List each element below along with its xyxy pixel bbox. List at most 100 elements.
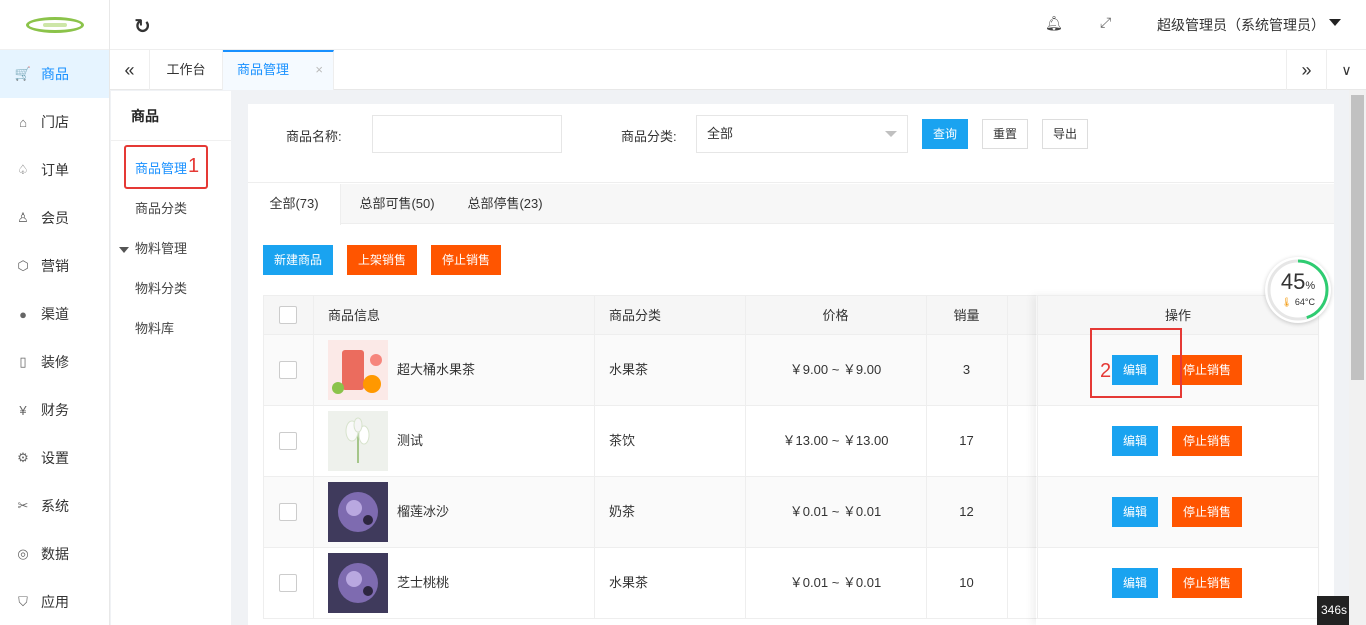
product-thumbnail-durian-smoothie	[328, 482, 388, 542]
sidebar-item-members[interactable]: ♙ 会员	[0, 194, 109, 242]
gauge-value: 45%	[1265, 269, 1331, 295]
sidebar-item-label: 订单	[41, 162, 69, 178]
product-category: 茶饮	[609, 433, 636, 448]
sidebar-item-system[interactable]: ✂ 系统	[0, 482, 109, 530]
logo	[0, 0, 109, 50]
table-row: 榴莲冰沙 奶茶 ￥0.01 ~ ￥0.01 12 编辑 停止销售	[263, 477, 1319, 548]
query-button[interactable]: 查询	[922, 119, 968, 149]
gear-icon: ⚙	[17, 450, 29, 465]
sidebar-item-label: 装修	[41, 354, 69, 370]
tab-workbench[interactable]: 工作台	[150, 50, 223, 90]
edit-button[interactable]: 编辑	[1112, 568, 1158, 598]
channel-icon: ●	[19, 306, 27, 322]
sub-menu-goods-category[interactable]: 商品分类	[111, 189, 231, 229]
new-product-button[interactable]: 新建商品	[263, 245, 333, 275]
tabs-scroll-right-icon[interactable]: »	[1286, 50, 1326, 90]
refresh-icon[interactable]: ↻	[134, 14, 151, 39]
user-menu-caret-icon[interactable]	[1329, 19, 1341, 26]
shield-icon: ⛉	[18, 594, 28, 609]
row-checkbox[interactable]	[279, 503, 297, 521]
gauge-unit: %	[1305, 280, 1316, 292]
product-sales: 17	[959, 433, 974, 448]
stop-sale-row-button[interactable]: 停止销售	[1172, 497, 1242, 527]
sub-menu-material-category[interactable]: 物料分类	[111, 269, 231, 309]
sidebar-item-apps[interactable]: ⛉ 应用	[0, 578, 109, 625]
sidebar-item-goods[interactable]: 🛒 商品	[0, 50, 109, 98]
edit-button[interactable]: 编辑	[1112, 497, 1158, 527]
product-category: 奶茶	[609, 504, 636, 519]
sub-menu-material-management[interactable]: 物料管理	[111, 229, 231, 269]
product-name: 测试	[397, 433, 424, 448]
product-price: ￥0.01 ~ ￥0.01	[789, 504, 882, 519]
tab-all[interactable]: 全部(73)	[248, 184, 341, 225]
gauge-number: 45	[1280, 269, 1306, 294]
product-sales: 12	[959, 504, 974, 519]
expand-triangle-icon	[119, 246, 129, 253]
user-icon: ♙	[17, 210, 29, 225]
sidebar-item-label: 渠道	[41, 306, 69, 322]
row-checkbox[interactable]	[279, 361, 297, 379]
sidebar-item-label: 营销	[41, 258, 69, 274]
row-checkbox[interactable]	[279, 432, 297, 450]
product-price: ￥9.00 ~ ￥9.00	[789, 362, 882, 377]
sidebar-item-label: 设置	[41, 450, 69, 466]
annotation-number-2: 2	[1100, 360, 1112, 382]
sidebar-item-orders[interactable]: ♤ 订单	[0, 146, 109, 194]
export-button[interactable]: 导出	[1042, 119, 1088, 149]
annotation-number-1: 1	[188, 155, 200, 177]
select-all-checkbox[interactable]	[279, 306, 297, 324]
stop-sale-button[interactable]: 停止销售	[431, 245, 501, 275]
edit-button[interactable]: 编辑	[1112, 426, 1158, 456]
table-row: 芝士桃桃 水果茶 ￥0.01 ~ ￥0.01 10 编辑 停止销售	[263, 548, 1319, 619]
row-checkbox[interactable]	[279, 574, 297, 592]
sidebar-item-label: 财务	[41, 402, 69, 418]
cpu-gauge-widget[interactable]: 45% 🌡︎ 64°C	[1265, 257, 1331, 323]
home-icon: ⌂	[19, 114, 27, 130]
stop-sale-row-button[interactable]: 停止销售	[1172, 426, 1242, 456]
sidebar-item-data[interactable]: ◎ 数据	[0, 530, 109, 578]
sidebar-item-channel[interactable]: ● 渠道	[0, 290, 109, 338]
user-menu[interactable]: 超级管理员（系统管理员）	[1157, 15, 1325, 35]
sub-menu-title: 商品	[111, 91, 231, 141]
top-header: ↻ 🔔︎ ⤢ 超级管理员（系统管理员）	[110, 0, 1366, 50]
product-name-label: 商品名称:	[286, 129, 342, 144]
category-select[interactable]: 全部	[696, 115, 908, 153]
sidebar-item-finance[interactable]: ¥ 财务	[0, 386, 109, 434]
fullscreen-icon[interactable]: ⤢	[1100, 14, 1111, 31]
tab-close-icon[interactable]: ×	[315, 52, 323, 88]
tabs-menu-chevron-down-icon[interactable]: ∨	[1326, 50, 1366, 90]
sidebar-item-decor[interactable]: ▯ 装修	[0, 338, 109, 386]
tools-icon: ✂	[17, 498, 29, 513]
product-thumbnail-test	[328, 411, 388, 471]
notification-bell-icon[interactable]: 🔔︎	[1045, 15, 1063, 32]
product-sales: 10	[959, 575, 974, 590]
sidebar-item-settings[interactable]: ⚙ 设置	[0, 434, 109, 482]
header-product-info: 商品信息	[328, 308, 381, 323]
stop-sale-row-button[interactable]: 停止销售	[1172, 568, 1242, 598]
header-price: 价格	[822, 308, 849, 323]
scrollbar-thumb[interactable]	[1351, 95, 1364, 380]
tab-bar: « 工作台 商品管理 × » ∨	[110, 50, 1366, 90]
tab-on-sale[interactable]: 总部可售(50)	[341, 184, 453, 224]
header-category: 商品分类	[609, 308, 662, 323]
sidebar-item-store[interactable]: ⌂ 门店	[0, 98, 109, 146]
put-on-sale-button[interactable]: 上架销售	[347, 245, 417, 275]
category-select-value: 全部	[707, 126, 734, 141]
sub-menu-material-library[interactable]: 物料库	[111, 309, 231, 349]
main-sidebar: 🛒 商品 ⌂ 门店 ♤ 订单 ♙ 会员 ⬡ 营销 ● 渠道 ▯ 装修 ¥ 财务 ⚙ 设置 ✂ 系统 …	[0, 0, 110, 625]
sidebar-item-marketing[interactable]: ⬡ 营销	[0, 242, 109, 290]
reset-button[interactable]: 重置	[982, 119, 1028, 149]
stop-sale-row-button[interactable]: 停止销售	[1172, 355, 1242, 385]
sidebar-item-label: 会员	[41, 210, 69, 226]
thermometer-icon: 🌡︎	[1280, 297, 1293, 307]
tab-stopped[interactable]: 总部停售(23)	[453, 184, 557, 224]
product-price: ￥13.00 ~ ￥13.00	[782, 433, 889, 448]
product-name: 芝士桃桃	[397, 575, 450, 590]
tab-goods-management[interactable]: 商品管理 ×	[223, 50, 334, 90]
product-name-input[interactable]	[372, 115, 562, 153]
header-sales: 销量	[953, 308, 980, 323]
sidebar-item-label: 应用	[41, 594, 69, 610]
tabs-scroll-left-icon[interactable]: «	[110, 50, 150, 90]
table-row: 测试 茶饮 ￥13.00 ~ ￥13.00 17 编辑 停止销售	[263, 406, 1319, 477]
yen-icon: ¥	[19, 402, 27, 418]
